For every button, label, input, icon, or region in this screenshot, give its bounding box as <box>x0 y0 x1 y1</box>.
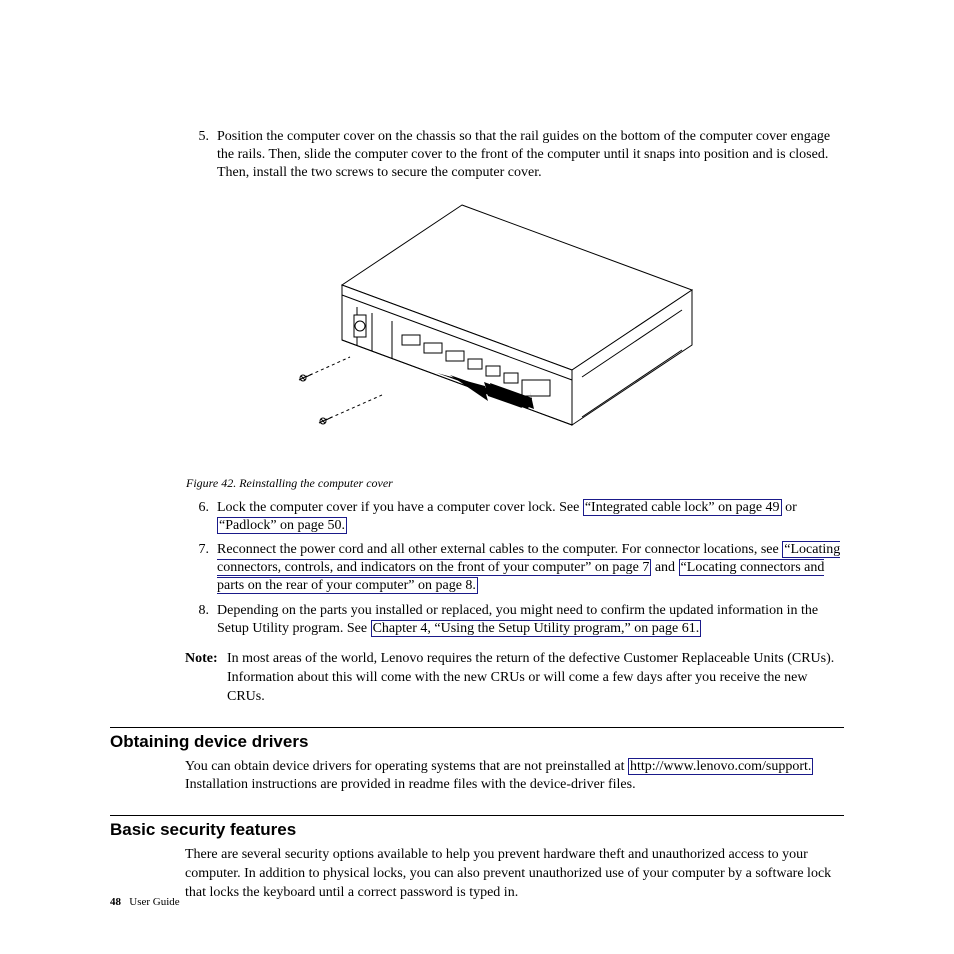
step-7: 7. Reconnect the power cord and all othe… <box>185 541 844 596</box>
note-text: In most areas of the world, Lenovo requi… <box>227 650 844 707</box>
section-obtaining-device-drivers: Obtaining device drivers You can obtain … <box>110 727 844 796</box>
figure-caption: Figure 42. Reinstalling the computer cov… <box>186 476 844 491</box>
link-padlock[interactable]: “Padlock” on page 50. <box>217 517 347 534</box>
note-label: Note: <box>185 650 227 707</box>
text-run: Installation instructions are provided i… <box>185 777 636 792</box>
step-6: 6. Lock the computer cover if you have a… <box>185 499 844 535</box>
section-basic-security-features: Basic security features There are severa… <box>110 815 844 903</box>
step-number: 7. <box>185 541 217 596</box>
footer-label: User Guide <box>129 896 179 908</box>
step-number: 6. <box>185 499 217 535</box>
text-run: Reconnect the power cord and all other e… <box>217 542 782 557</box>
step-text: Depending on the parts you installed or … <box>217 602 844 638</box>
step-number: 8. <box>185 602 217 638</box>
link-integrated-cable-lock[interactable]: “Integrated cable lock” on page 49 <box>583 499 782 516</box>
page-number: 48 <box>110 896 121 908</box>
step-8: 8. Depending on the parts you installed … <box>185 602 844 638</box>
step-text: Reconnect the power cord and all other e… <box>217 541 844 596</box>
section-body: You can obtain device drivers for operat… <box>185 758 844 796</box>
step-text: Position the computer cover on the chass… <box>217 128 844 183</box>
step-text: Lock the computer cover if you have a co… <box>217 499 844 535</box>
step-number: 5. <box>185 128 217 183</box>
text-run: or <box>782 500 797 515</box>
section-heading: Obtaining device drivers <box>110 732 844 752</box>
note-block: Note: In most areas of the world, Lenovo… <box>185 650 844 707</box>
text-run: You can obtain device drivers for operat… <box>185 759 628 774</box>
text-run: and <box>651 560 678 575</box>
page-content: 5. Position the computer cover on the ch… <box>110 128 844 903</box>
text-run: Lock the computer cover if you have a co… <box>217 500 583 515</box>
section-body: There are several security options avail… <box>185 846 844 903</box>
page-footer: 48 User Guide <box>110 896 180 908</box>
figure-42 <box>110 195 844 470</box>
computer-cover-illustration <box>232 195 722 465</box>
section-heading: Basic security features <box>110 820 844 840</box>
link-setup-utility[interactable]: Chapter 4, “Using the Setup Utility prog… <box>371 620 702 637</box>
link-lenovo-support[interactable]: http://www.lenovo.com/support. <box>628 758 813 775</box>
step-5: 5. Position the computer cover on the ch… <box>185 128 844 183</box>
